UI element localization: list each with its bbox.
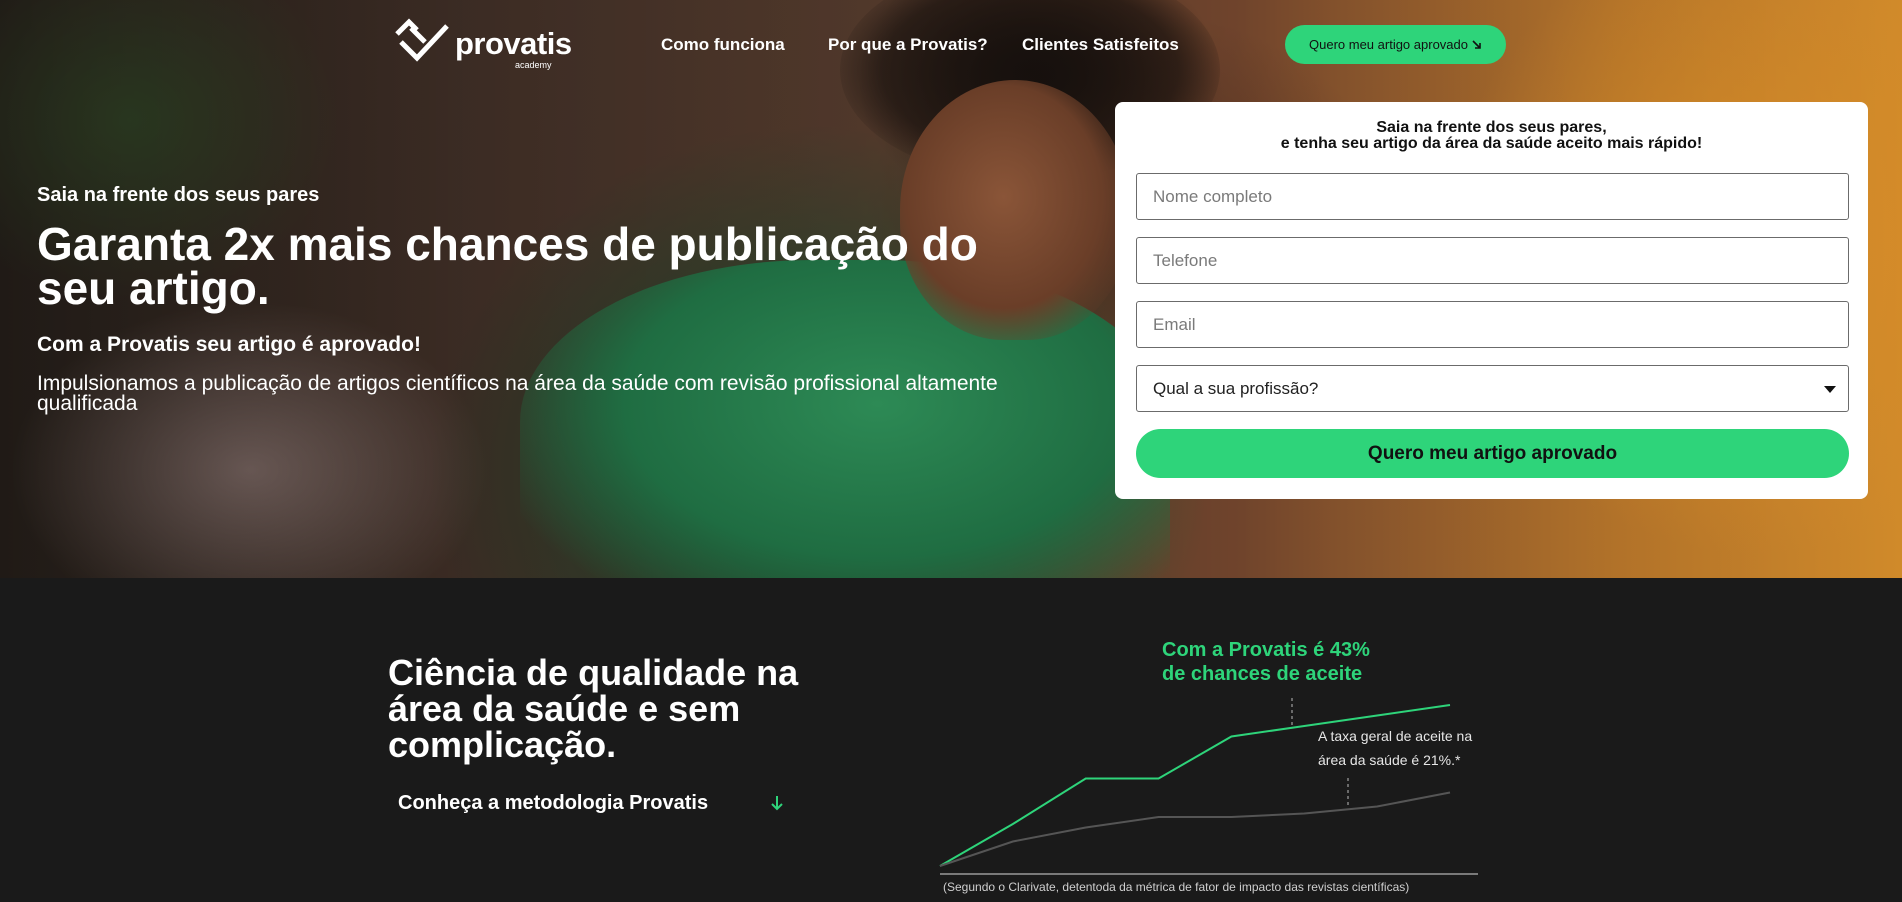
section-title: Ciência de qualidade na área da saúde e … [388, 652, 799, 765]
chart-green-label-line1: Com a Provatis é 43% [1162, 639, 1370, 661]
chart-green-label-line2: de chances de aceite [1162, 663, 1363, 685]
email-input[interactable] [1136, 301, 1849, 348]
form-title: Saia na frente dos seus pares, e tenha s… [1115, 120, 1868, 152]
chart-series-general [939, 791, 1451, 867]
chart-grey-label-line2: área da saúde é 21%.* [1318, 752, 1461, 768]
hero-headline: Garanta 2x mais chances de publicação do… [37, 218, 978, 314]
hero-subheadline: Com a Provatis seu artigo é aprovado! [37, 333, 421, 356]
caret-down-icon [1824, 386, 1836, 393]
profession-select-value: Qual a sua profissão? [1153, 378, 1319, 398]
nav-clientes-satisfeitos[interactable]: Clientes Satisfeitos [1022, 35, 1179, 55]
logo-mark-icon [395, 18, 449, 62]
arrow-down-right-icon [1472, 39, 1481, 49]
logo-text: provatis [455, 26, 572, 61]
name-input[interactable] [1136, 173, 1849, 220]
hero-eyebrow: Saia na frente dos seus pares [37, 184, 320, 206]
header-cta-label: Quero meu artigo aprovado [1309, 37, 1468, 52]
header-cta-button[interactable]: Quero meu artigo aprovado [1285, 25, 1506, 64]
chart-footnote: (Segundo o Clarivate, detentoda da métri… [943, 880, 1410, 894]
form-title-line1: Saia na frente dos seus pares, [1376, 119, 1607, 136]
form-title-line2: e tenha seu artigo da área da saúde acei… [1280, 135, 1703, 152]
submit-button[interactable]: Quero meu artigo aprovado [1136, 429, 1849, 478]
hero-description: Impulsionamos a publicação de artigos ci… [37, 372, 998, 415]
chart-grey-label-line1: A taxa geral de aceite na [1318, 728, 1473, 744]
nav-por-que-provatis[interactable]: Por que a Provatis? [828, 35, 988, 55]
profession-select[interactable]: Qual a sua profissão? [1136, 365, 1849, 412]
nav-como-funciona[interactable]: Como funciona [661, 35, 785, 55]
phone-input[interactable] [1136, 237, 1849, 284]
chart-grey-label: A taxa geral de aceite na área da saúde … [1318, 724, 1518, 772]
lead-form: Saia na frente dos seus pares, e tenha s… [1115, 102, 1868, 499]
logo[interactable]: provatis academy [395, 18, 572, 70]
logo-tagline: academy [515, 60, 552, 70]
arrow-down-icon[interactable] [768, 793, 786, 813]
methodology-link[interactable]: Conheça a metodologia Provatis [398, 792, 708, 815]
chart-green-label: Com a Provatis é 43% de chances de aceit… [1162, 638, 1422, 686]
